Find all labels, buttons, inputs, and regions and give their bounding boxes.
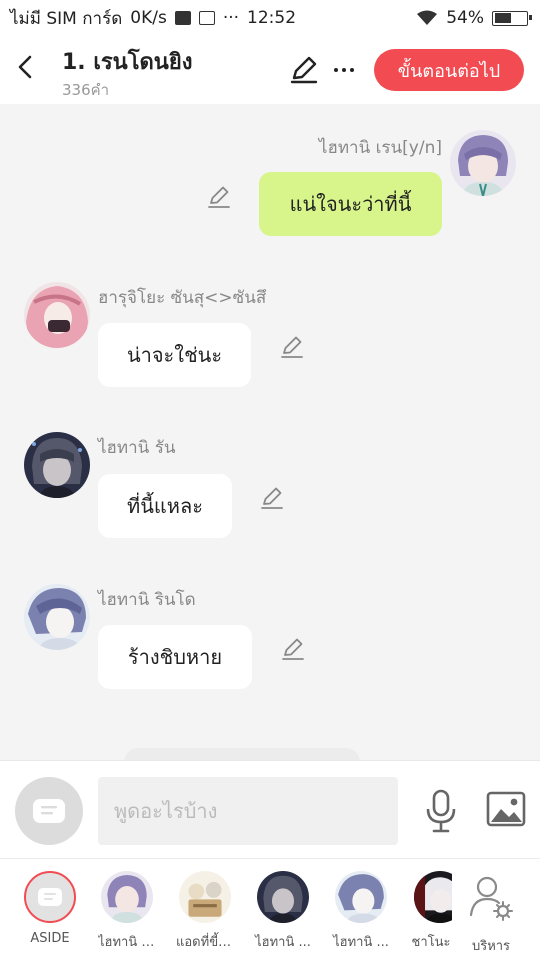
edit-message-icon[interactable] bbox=[206, 184, 232, 210]
character-item[interactable]: ไฮทานิ ... bbox=[254, 871, 312, 952]
battery-percent: 54% bbox=[446, 8, 484, 28]
more-dot bbox=[334, 68, 338, 72]
character-item[interactable]: ชาโนะ bbox=[404, 871, 452, 952]
battery-fill bbox=[494, 13, 512, 23]
character-label: บริหาร bbox=[471, 939, 511, 954]
chevron-left-icon bbox=[18, 55, 32, 79]
character-avatar-image bbox=[257, 871, 309, 923]
more-notifications-icon: ··· bbox=[222, 8, 240, 28]
character-label: ASIDE bbox=[30, 931, 70, 946]
character-bar: ASIDE ไฮทานิ เ... แอดที่ขี้เ... ไฮทานิ .… bbox=[0, 858, 540, 960]
edit-title-button[interactable] bbox=[288, 54, 320, 86]
avatar bbox=[179, 871, 231, 923]
page-title: 1. เรนโดนยิง bbox=[62, 50, 193, 75]
edit-message-icon[interactable] bbox=[259, 485, 285, 511]
character-label: ไฮทานิ ... bbox=[255, 935, 311, 950]
character-label: ชาโนะ bbox=[411, 935, 451, 950]
manage-characters-icon bbox=[469, 876, 513, 921]
character-label: ไฮทานิ ... bbox=[333, 935, 389, 950]
narration-icon bbox=[33, 799, 65, 823]
chat-area[interactable]: ไฮทานิ เรน[y/n] แน่ใจนะว่าที่นี้ ฮารุจิโ… bbox=[0, 104, 540, 760]
character-avatar-image bbox=[335, 871, 387, 923]
sender-name: ไฮทานิ รินโด bbox=[98, 590, 196, 610]
avatar bbox=[257, 871, 309, 923]
character-label: ไฮทานิ เ... bbox=[98, 935, 156, 950]
avatar[interactable] bbox=[24, 432, 90, 498]
avatar bbox=[414, 871, 452, 923]
sender-name: ไฮทานิ เรน[y/n] bbox=[318, 138, 442, 158]
aside-toggle-button[interactable] bbox=[15, 777, 83, 845]
sender-name: ไฮทานิ รัน bbox=[98, 438, 176, 458]
next-step-button[interactable]: ขั้นตอนต่อไป bbox=[374, 49, 524, 91]
character-avatar-image bbox=[24, 282, 90, 348]
character-item[interactable]: ไฮทานิ เ... bbox=[98, 871, 156, 952]
character-item[interactable]: ไฮทานิ ... bbox=[332, 871, 390, 952]
avatar[interactable] bbox=[24, 584, 90, 650]
avatar[interactable] bbox=[24, 282, 90, 348]
app-notification-icon bbox=[198, 11, 215, 25]
message-input[interactable] bbox=[98, 777, 398, 845]
character-item[interactable]: แอดที่ขี้เ... bbox=[176, 871, 234, 952]
status-right: 54% bbox=[416, 8, 532, 28]
microphone-icon[interactable] bbox=[424, 789, 458, 833]
header: 1. เรนโดนยิง 336คำ ขั้นตอนต่อไป bbox=[0, 36, 540, 104]
next-message-card[interactable] bbox=[124, 748, 360, 760]
aside-avatar bbox=[24, 871, 76, 923]
avatar[interactable] bbox=[450, 130, 516, 196]
character-avatar-image bbox=[414, 871, 452, 923]
sender-name: ฮารุจิโยะ ซันสุ<>ซันสึ bbox=[98, 288, 267, 308]
character-manage[interactable]: บริหาร bbox=[462, 871, 520, 956]
network-speed: 0K/s bbox=[130, 8, 167, 28]
character-avatar-image bbox=[24, 584, 90, 650]
message-bubble[interactable]: น่าจะใช่นะ bbox=[98, 323, 251, 387]
character-avatar-image bbox=[24, 432, 90, 498]
character-avatar-image bbox=[450, 130, 516, 196]
more-dot bbox=[342, 68, 346, 72]
narration-icon bbox=[38, 888, 62, 906]
edit-message-icon[interactable] bbox=[280, 636, 306, 662]
avatar bbox=[101, 871, 153, 923]
mail-icon bbox=[174, 11, 191, 25]
avatar bbox=[335, 871, 387, 923]
carrier-text: ไม่มี SIM การ์ด bbox=[10, 8, 123, 29]
battery-icon bbox=[492, 10, 532, 26]
clock: 12:52 bbox=[247, 8, 297, 28]
back-button[interactable] bbox=[10, 50, 40, 84]
character-label: แอดที่ขี้เ... bbox=[176, 935, 234, 950]
message-bubble-own[interactable]: แน่ใจนะว่าที่นี้ bbox=[259, 172, 442, 236]
word-count: 336คำ bbox=[62, 81, 110, 99]
edit-message-icon[interactable] bbox=[279, 334, 305, 360]
character-avatar-image bbox=[101, 871, 153, 923]
wifi-icon bbox=[417, 10, 438, 25]
status-bar: ไม่มี SIM การ์ด 0K/s ··· 12:52 54% bbox=[0, 0, 540, 36]
input-bar bbox=[0, 760, 540, 858]
image-icon[interactable] bbox=[486, 791, 526, 827]
message-bubble[interactable]: ร้างชิบหาย bbox=[98, 625, 252, 689]
more-dot bbox=[350, 68, 354, 72]
message-bubble[interactable]: ที่นี้แหละ bbox=[98, 474, 232, 538]
status-left: ไม่มี SIM การ์ด 0K/s ··· 12:52 bbox=[10, 5, 296, 32]
more-options-button[interactable] bbox=[330, 54, 358, 86]
character-aside[interactable]: ASIDE bbox=[21, 871, 79, 946]
character-avatar-image bbox=[179, 871, 231, 923]
